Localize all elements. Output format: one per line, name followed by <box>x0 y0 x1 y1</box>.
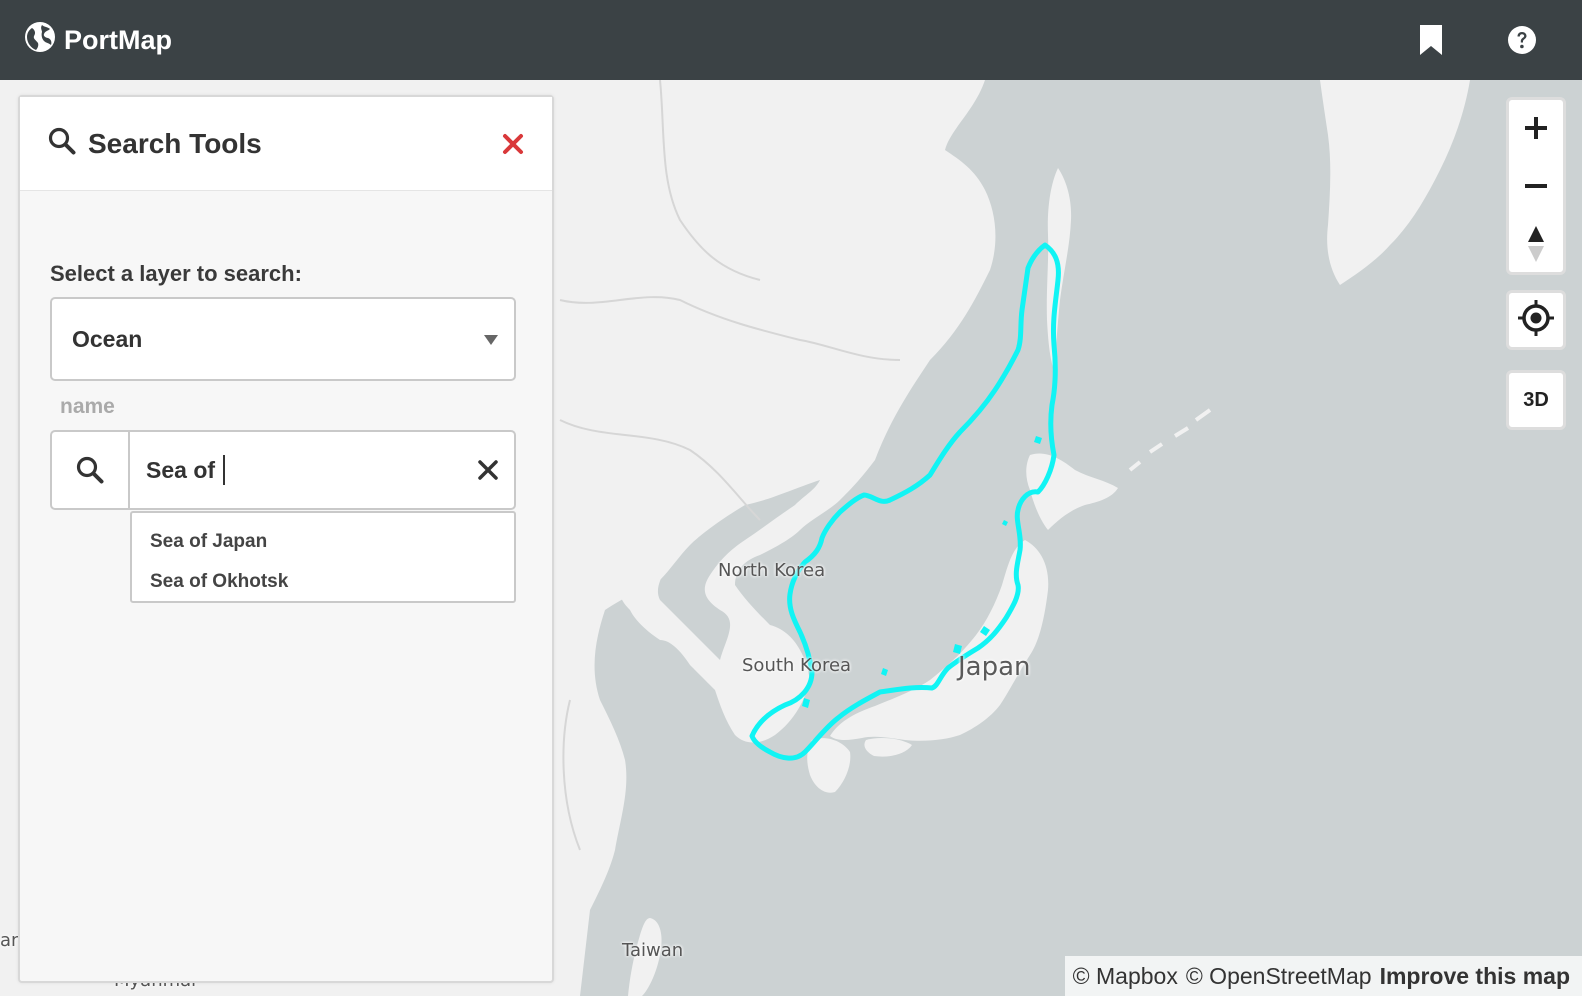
plus-icon[interactable] <box>1509 100 1563 156</box>
minus-icon[interactable] <box>1509 158 1563 214</box>
map-label-japan: Japan <box>958 652 1031 682</box>
close-icon[interactable] <box>498 129 528 159</box>
suggestion-list: Sea of Japan Sea of Okhotsk <box>130 511 516 603</box>
locate-icon <box>1518 299 1554 341</box>
3d-toggle-button[interactable]: 3D <box>1506 370 1566 430</box>
suggestion-item[interactable]: Sea of Japan <box>150 529 496 569</box>
osm-attribution-link[interactable]: © OpenStreetMap <box>1186 963 1372 990</box>
search-query[interactable]: Sea of <box>130 455 226 485</box>
zoom-controls <box>1506 97 1566 275</box>
search-input[interactable]: Sea of <box>50 430 516 510</box>
locate-button[interactable] <box>1506 290 1566 350</box>
map-label-south-korea: South Korea <box>742 655 852 676</box>
layer-select-value: Ocean <box>72 325 143 352</box>
compass-icon[interactable] <box>1509 216 1563 272</box>
top-bar: PortMap <box>0 0 1582 80</box>
map-label-north-korea: North Korea <box>718 560 826 581</box>
panel-title: Search Tools <box>88 127 262 159</box>
layer-select-label: Select a layer to search: <box>50 261 302 286</box>
panel-header: Search Tools <box>20 97 552 191</box>
text-caret <box>223 455 226 485</box>
3d-label: 3D <box>1523 388 1549 411</box>
search-query-text: Sea of <box>146 456 216 483</box>
chevron-down-icon <box>484 335 498 345</box>
mapbox-attribution-link[interactable]: © Mapbox <box>1073 963 1178 990</box>
map-label-taiwan: Taiwan <box>622 940 684 961</box>
clear-icon[interactable] <box>474 456 502 484</box>
search-tools-panel: Search Tools Select a layer to search: O… <box>18 95 554 983</box>
bookmark-icon[interactable] <box>1413 22 1449 58</box>
brand[interactable]: PortMap <box>24 21 172 60</box>
search-icon <box>48 127 76 160</box>
globe-icon <box>24 21 56 60</box>
app-title: PortMap <box>64 24 172 55</box>
field-label: name <box>60 395 115 418</box>
search-input-icon <box>52 432 130 508</box>
improve-map-link[interactable]: Improve this map <box>1380 963 1570 990</box>
help-icon[interactable] <box>1504 22 1540 58</box>
suggestion-item[interactable]: Sea of Okhotsk <box>150 569 496 609</box>
layer-select[interactable]: Ocean <box>50 297 516 381</box>
map-attribution: © Mapbox © OpenStreetMap Improve this ma… <box>1064 956 1582 996</box>
